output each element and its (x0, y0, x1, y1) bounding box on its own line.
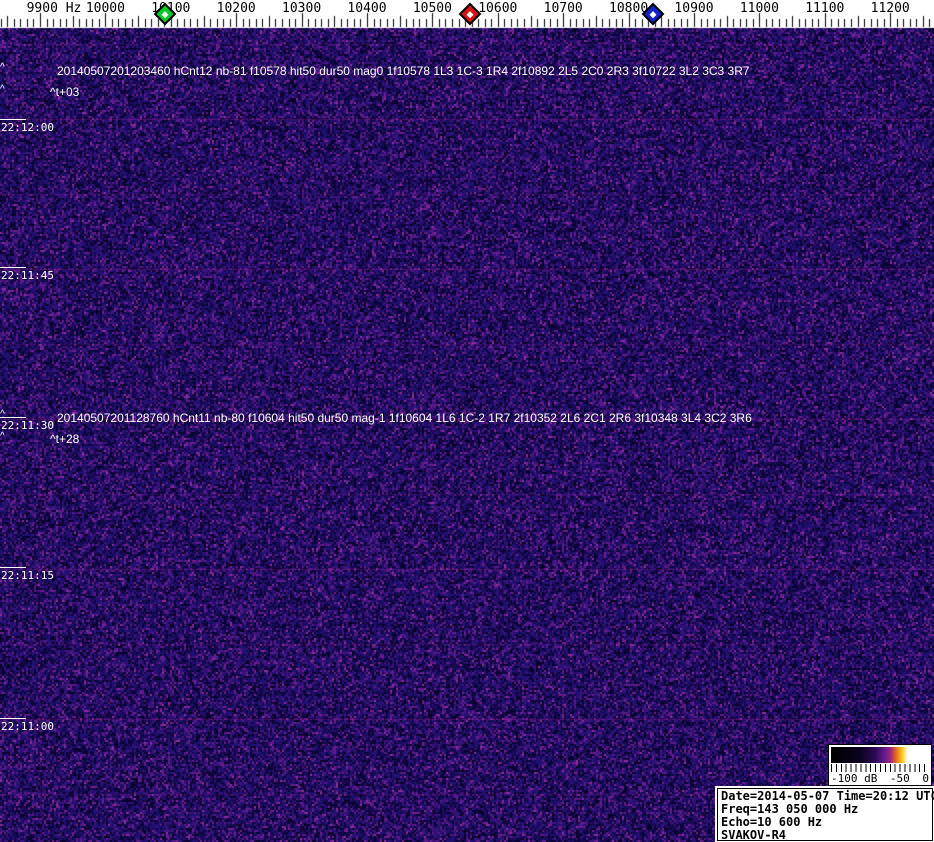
freq-label: 11200 (871, 1, 910, 16)
colorbar-labels: -100 dB -50 0 (831, 772, 929, 785)
time-tick (0, 119, 26, 120)
freq-label: 10200 (217, 1, 256, 16)
time-label: 22:12:00 (1, 121, 54, 134)
colorbar: -100 dB -50 0 (828, 744, 932, 786)
edge-caret-icon: ^ (0, 409, 5, 420)
colorbar-label-min: -100 dB (831, 772, 877, 785)
colorbar-label-max: 0 (922, 772, 929, 785)
time-tick (0, 267, 26, 268)
freq-label: 9900 Hz (27, 1, 82, 16)
time-tick (0, 718, 26, 719)
detection-record-text: 20140507201128760 hCnt11 nb-80 f10604 hi… (57, 411, 752, 425)
edge-caret-icon: ^ (0, 431, 5, 442)
freq-label: 10000 (86, 1, 125, 16)
freq-label: 10300 (282, 1, 321, 16)
marker-center-dot (649, 11, 656, 18)
freq-label: 11000 (740, 1, 779, 16)
spectrogram-window: 9900 Hz100001010010200103001040010500106… (0, 0, 934, 842)
info-station: SVAKOV-R4 (721, 829, 932, 842)
time-label: 22:11:15 (1, 569, 54, 582)
marker-center-dot (466, 11, 473, 18)
time-label: 22:11:30 (1, 419, 54, 432)
detection-time-offset-tag: ^t+03 (50, 85, 79, 99)
time-label: 22:11:00 (1, 720, 54, 733)
edge-caret-icon: ^ (0, 84, 5, 95)
colorbar-gradient (831, 747, 929, 763)
edge-caret-icon: ^ (0, 62, 5, 73)
freq-label: 10900 (674, 1, 713, 16)
colorbar-label-mid: -50 (890, 772, 910, 785)
freq-label: 10400 (347, 1, 386, 16)
colorbar-ticks (831, 764, 929, 772)
detection-time-offset-tag: ^t+28 (50, 432, 79, 446)
status-info-box: Date=2014-05-07 Time=20:12 UTC Freq=143 … (717, 788, 933, 841)
time-tick (0, 567, 26, 568)
freq-label: 10600 (478, 1, 517, 16)
marker-center-dot (161, 11, 168, 18)
freq-label: 11100 (805, 1, 844, 16)
time-label: 22:11:45 (1, 269, 54, 282)
freq-label: 10700 (544, 1, 583, 16)
detection-record-text: 20140507201203460 hCnt12 nb-81 f10578 hi… (57, 64, 750, 78)
frequency-ruler[interactable]: 9900 Hz100001010010200103001040010500106… (0, 0, 934, 28)
freq-label: 10500 (413, 1, 452, 16)
